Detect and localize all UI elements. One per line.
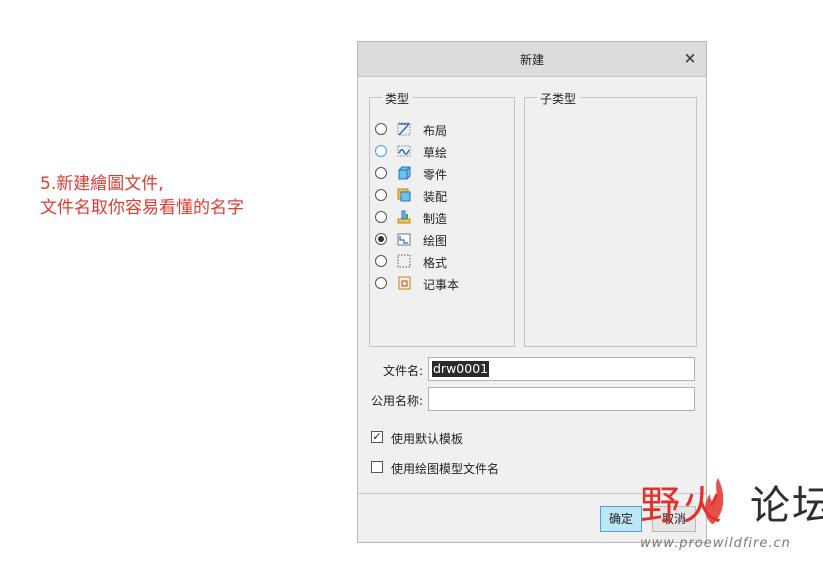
file-name-input[interactable]: drw0001 — [428, 357, 695, 381]
type-option-notebook[interactable]: 记事本 — [375, 275, 495, 293]
radio-sketch[interactable] — [375, 145, 387, 157]
sketch-icon — [397, 145, 411, 157]
dialog-footer: 确定 取消 — [358, 493, 706, 542]
type-label-layout: 布局 — [423, 124, 448, 138]
part-icon — [398, 166, 411, 180]
cancel-button[interactable]: 取消 — [652, 506, 696, 532]
radio-format[interactable] — [375, 255, 387, 267]
file-name-label: 文件名: — [382, 364, 423, 378]
type-label-notebook: 记事本 — [423, 278, 460, 292]
type-option-part[interactable]: 零件 — [375, 165, 495, 183]
type-option-sketch[interactable]: 草绘 — [375, 143, 495, 161]
radio-drawing[interactable] — [375, 233, 387, 245]
drawing-icon — [397, 233, 411, 246]
subtype-group: 子类型 — [524, 90, 697, 347]
radio-manufacturing[interactable] — [375, 211, 387, 223]
use-model-filename-checkbox[interactable] — [371, 461, 383, 473]
layout-icon — [397, 122, 411, 136]
type-option-layout[interactable]: 布局 — [375, 121, 495, 139]
new-file-dialog: 新建 × 类型 子类型 布局 草绘 零件 装配 制造 绘图 格式 记事本 文件名… — [357, 41, 707, 543]
radio-assembly[interactable] — [375, 189, 387, 201]
radio-notebook[interactable] — [375, 277, 387, 289]
type-label-manufacturing: 制造 — [423, 212, 448, 226]
annotation-line-2: 文件名取你容易看懂的名字 — [40, 198, 244, 218]
ok-button[interactable]: 确定 — [600, 506, 642, 532]
type-label-sketch: 草绘 — [423, 146, 448, 160]
type-label-part: 零件 — [423, 168, 448, 182]
watermark-dark-text: 论坛 — [750, 483, 823, 529]
common-name-label: 公用名称: — [370, 394, 423, 408]
use-default-template-checkbox[interactable]: ✓ — [371, 431, 383, 443]
common-name-input[interactable] — [428, 387, 695, 411]
type-option-drawing[interactable]: 绘图 — [375, 231, 495, 249]
close-icon[interactable]: × — [682, 50, 698, 66]
dialog-titlebar: 新建 × — [358, 42, 706, 77]
manufacturing-icon — [397, 210, 411, 224]
radio-part[interactable] — [375, 167, 387, 179]
radio-layout[interactable] — [375, 123, 387, 135]
annotation-line-1: 5.新建繪圖文件, — [40, 174, 164, 194]
format-icon — [397, 254, 411, 268]
subtype-group-legend: 子类型 — [537, 90, 580, 107]
use-default-template-label: 使用默认模板 — [391, 432, 464, 446]
use-model-filename-label: 使用绘图模型文件名 — [391, 462, 500, 476]
type-label-format: 格式 — [423, 256, 448, 270]
type-label-drawing: 绘图 — [423, 234, 448, 248]
type-option-manufacturing[interactable]: 制造 — [375, 209, 495, 227]
assembly-icon — [397, 188, 411, 202]
dialog-title: 新建 — [519, 53, 544, 67]
tutorial-annotation: 5.新建繪圖文件, 文件名取你容易看懂的名字 — [40, 172, 244, 220]
type-label-assembly: 装配 — [423, 190, 448, 204]
type-option-assembly[interactable]: 装配 — [375, 187, 495, 205]
type-option-format[interactable]: 格式 — [375, 253, 495, 271]
file-name-value: drw0001 — [432, 361, 490, 377]
notebook-icon — [398, 276, 411, 290]
type-group-legend: 类型 — [382, 90, 413, 107]
